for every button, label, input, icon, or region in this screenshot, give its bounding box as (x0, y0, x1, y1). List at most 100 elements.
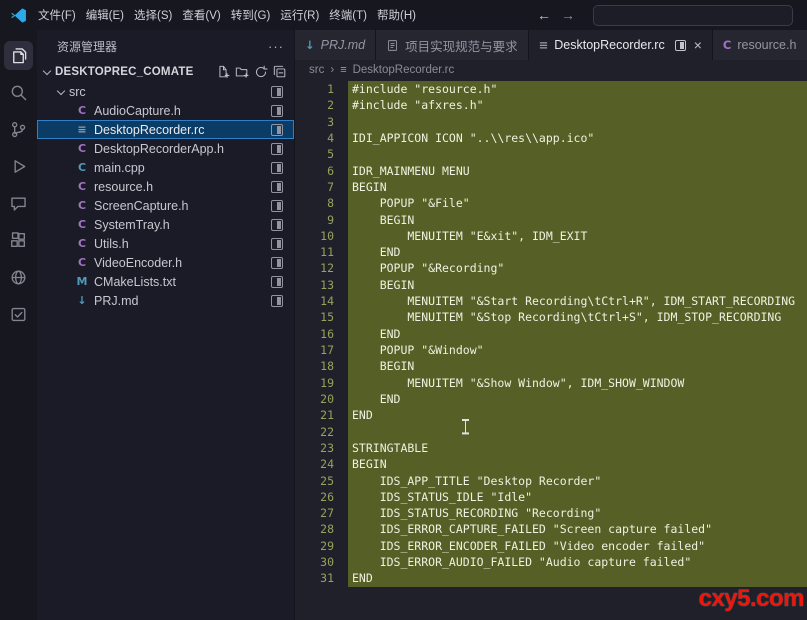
file-row[interactable]: ↓ PRJ.md (37, 291, 294, 310)
tree-root-desktoprec-comate[interactable]: DESKTOPREC_COMATE (37, 62, 294, 82)
menu-item[interactable]: 查看(V) (177, 4, 225, 26)
open-to-side-icon[interactable] (271, 276, 283, 288)
code-line[interactable]: 23 STRINGTABLE (295, 440, 807, 456)
code-line[interactable]: 16 END (295, 326, 807, 342)
breadcrumb-file[interactable]: DesktopRecorder.rc (353, 64, 455, 76)
file-type-icon: ≡ (75, 123, 89, 136)
code-line[interactable]: 12 POPUP "&Recording" (295, 260, 807, 276)
open-to-side-icon[interactable] (271, 105, 283, 117)
code-line[interactable]: 5 (295, 146, 807, 162)
close-icon[interactable]: × (694, 38, 702, 52)
code-line[interactable]: 22 (295, 424, 807, 440)
code-line[interactable]: 27 IDS_STATUS_RECORDING "Recording" (295, 505, 807, 521)
line-number: 4 (295, 130, 334, 146)
collapse-all-icon[interactable] (273, 65, 287, 79)
open-to-side-icon[interactable] (271, 200, 283, 212)
activity-source-control[interactable] (0, 111, 37, 148)
activity-run-debug[interactable] (0, 148, 37, 185)
line-number: 20 (295, 391, 334, 407)
file-row[interactable]: C DesktopRecorderApp.h (37, 139, 294, 158)
code-line[interactable]: 28 IDS_ERROR_CAPTURE_FAILED "Screen capt… (295, 521, 807, 537)
open-to-side-icon[interactable] (271, 238, 283, 250)
breadcrumb-src[interactable]: src (309, 64, 324, 76)
file-row[interactable]: C AudioCapture.h (37, 101, 294, 120)
files-icon (4, 41, 33, 70)
open-to-side-icon[interactable] (271, 181, 283, 193)
line-number: 26 (295, 489, 334, 505)
code-line[interactable]: 29 IDS_ERROR_ENCODER_FAILED "Video encod… (295, 538, 807, 554)
file-row[interactable]: C SystemTray.h (37, 215, 294, 234)
code-line[interactable]: 15 MENUITEM "&Stop Recording\tCtrl+S", I… (295, 309, 807, 325)
refresh-icon[interactable] (254, 65, 268, 79)
open-to-side-icon[interactable] (271, 257, 283, 269)
open-to-side-icon[interactable] (271, 124, 283, 136)
code-line[interactable]: 1 #include "resource.h" (295, 81, 807, 97)
menu-item[interactable]: 编辑(E) (81, 4, 129, 26)
open-to-side-icon[interactable] (271, 162, 283, 174)
code-line[interactable]: 26 IDS_STATUS_IDLE "Idle" (295, 489, 807, 505)
file-row[interactable]: C Utils.h (37, 234, 294, 253)
code-line[interactable]: 18 BEGIN (295, 358, 807, 374)
file-row[interactable]: C ScreenCapture.h (37, 196, 294, 215)
new-file-icon[interactable] (216, 65, 230, 79)
activity-extensions[interactable] (0, 222, 37, 259)
tab-resource-h[interactable]: C resource.h (713, 30, 807, 60)
code-line[interactable]: 19 MENUITEM "&Show Window", IDM_SHOW_WIN… (295, 375, 807, 391)
activity-chat[interactable] (0, 185, 37, 222)
code-line[interactable]: 24 BEGIN (295, 456, 807, 472)
open-to-side-icon[interactable] (271, 295, 283, 307)
code-line[interactable]: 17 POPUP "&Window" (295, 342, 807, 358)
code-line[interactable]: 3 (295, 114, 807, 130)
activity-explorer[interactable] (0, 37, 37, 74)
menu-item[interactable]: 终端(T) (324, 4, 372, 26)
code-line[interactable]: 6 IDR_MAINMENU MENU (295, 163, 807, 179)
open-to-side-icon[interactable] (271, 86, 283, 98)
code-text: MENUITEM "&Stop Recording\tCtrl+S", IDM_… (348, 309, 807, 325)
file-row[interactable]: ≡ DesktopRecorder.rc (37, 120, 294, 139)
code-line[interactable]: 4 IDI_APPICON ICON "..\\res\\app.ico" (295, 130, 807, 146)
forward-icon[interactable]: → (561, 8, 575, 22)
code-text: MENUITEM "&Show Window", IDM_SHOW_WINDOW (348, 375, 807, 391)
file-row[interactable]: C main.cpp (37, 158, 294, 177)
code-text: END (348, 407, 807, 423)
tab-project-spec[interactable]: 项目实现规范与要求 (376, 30, 529, 60)
file-row[interactable]: C VideoEncoder.h (37, 253, 294, 272)
code-line[interactable]: 13 BEGIN (295, 277, 807, 293)
code-line[interactable]: 8 POPUP "&File" (295, 195, 807, 211)
code-line[interactable]: 7 BEGIN (295, 179, 807, 195)
file-name: DesktopRecorderApp.h (94, 142, 224, 156)
file-row[interactable]: M CMakeLists.txt (37, 272, 294, 291)
tab-desktoprecorder-rc[interactable]: ≡ DesktopRecorder.rc × (529, 30, 713, 60)
more-actions-icon[interactable]: ··· (268, 40, 284, 53)
back-icon[interactable]: ← (537, 8, 551, 22)
menu-item[interactable]: 文件(F) (33, 4, 81, 26)
code-line[interactable]: 9 BEGIN (295, 212, 807, 228)
code-line[interactable]: 2 #include "afxres.h" (295, 97, 807, 113)
menu-item[interactable]: 转到(G) (226, 4, 276, 26)
menu-item[interactable]: 选择(S) (129, 4, 177, 26)
code-line[interactable]: 11 END (295, 244, 807, 260)
code-line[interactable]: 10 MENUITEM "E&xit", IDM_EXIT (295, 228, 807, 244)
tab-prj-md[interactable]: ↓ PRJ.md (295, 30, 376, 60)
line-number: 25 (295, 473, 334, 489)
code-line[interactable]: 20 END (295, 391, 807, 407)
code-line[interactable]: 30 IDS_ERROR_AUDIO_FAILED "Audio capture… (295, 554, 807, 570)
code-line[interactable]: 21 END (295, 407, 807, 423)
file-row[interactable]: C resource.h (37, 177, 294, 196)
open-to-side-icon[interactable] (271, 143, 283, 155)
menu-item[interactable]: 帮助(H) (372, 4, 421, 26)
activity-search[interactable] (0, 74, 37, 111)
open-to-side-icon[interactable] (271, 219, 283, 231)
menu-item[interactable]: 运行(R) (275, 4, 324, 26)
code-line[interactable]: 25 IDS_APP_TITLE "Desktop Recorder" (295, 473, 807, 489)
new-folder-icon[interactable] (235, 65, 249, 79)
activity-checklist[interactable] (0, 296, 37, 333)
nav-history: ← → (537, 8, 575, 22)
tree-folder-src[interactable]: src (37, 82, 294, 101)
code-line[interactable]: 14 MENUITEM "&Start Recording\tCtrl+R", … (295, 293, 807, 309)
tab-label: resource.h (737, 38, 796, 52)
keep-open-icon[interactable] (675, 40, 686, 51)
code-editor[interactable]: 1 #include "resource.h" 2 #include "afxr… (295, 80, 807, 620)
command-center[interactable] (593, 5, 793, 26)
activity-remote-explorer[interactable] (0, 259, 37, 296)
